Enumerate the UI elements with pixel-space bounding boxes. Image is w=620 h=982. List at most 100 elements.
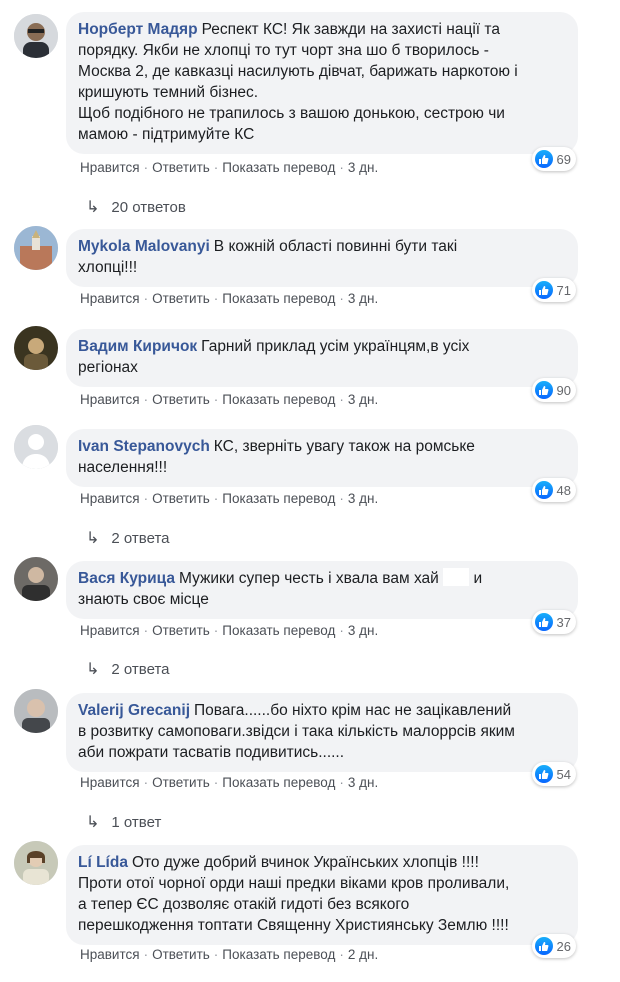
- reaction-count[interactable]: 90: [531, 378, 576, 402]
- comment-author[interactable]: Вадим Киричок: [78, 338, 197, 355]
- avatar[interactable]: [14, 326, 58, 370]
- comment-text: порядку. Якби не хлопці то тут чорт зна …: [78, 42, 489, 59]
- view-replies[interactable]: ↳ 20 ответов: [86, 197, 186, 217]
- reaction-count[interactable]: 54: [531, 762, 576, 786]
- avatar[interactable]: [14, 226, 58, 270]
- comment-actions: Нравится · Ответить · Показать перевод · 3 дн.: [80, 775, 379, 790]
- like-button[interactable]: Нравится: [80, 392, 140, 407]
- reaction-count[interactable]: 26: [531, 934, 576, 958]
- like-button[interactable]: Нравится: [80, 947, 140, 962]
- comment-actions: Нравится · Ответить · Показать перевод · 3 дн.: [80, 160, 379, 175]
- comment-actions: Нравится · Ответить · Показать перевод · 3 дн.: [80, 291, 379, 306]
- comment-author[interactable]: Ivan Stepanovych: [78, 438, 210, 455]
- comment-bubble: Valerij Grecanij Повага......бо ніхто крі…: [66, 693, 578, 772]
- like-count: 90: [556, 382, 571, 398]
- view-replies[interactable]: ↳ 1 ответ: [86, 812, 161, 832]
- comment-text: Респект КС! Як завжди на захисті нації т…: [201, 21, 500, 38]
- timestamp[interactable]: 3 дн.: [348, 291, 378, 306]
- timestamp[interactable]: 3 дн.: [348, 775, 378, 790]
- translate-button[interactable]: Показать перевод: [222, 947, 335, 962]
- reply-button[interactable]: Ответить: [152, 623, 210, 638]
- comment-bubble: Mykola Malovanyi В кожній області повинні…: [66, 229, 578, 287]
- comment-text: в розвитку самоповаги.звідси і така кіль…: [78, 723, 515, 740]
- thumbs-up-icon: [534, 937, 553, 955]
- comment-text: регіонах: [78, 359, 138, 376]
- translate-button[interactable]: Показать перевод: [222, 392, 335, 407]
- view-replies[interactable]: ↳ 2 ответа: [86, 659, 170, 679]
- avatar[interactable]: [14, 841, 58, 885]
- reaction-count[interactable]: 48: [531, 478, 576, 502]
- comment-text: Щоб подібного не трапилось з вашою доньк…: [78, 105, 505, 122]
- reply-arrow-icon: ↳: [86, 661, 100, 678]
- translate-button[interactable]: Показать перевод: [222, 291, 335, 306]
- redacted-block: [443, 568, 470, 586]
- like-button[interactable]: Нравится: [80, 160, 140, 175]
- thumbs-up-icon: [534, 281, 553, 299]
- comment-text: аби пожрати тасватів подивитись......: [78, 744, 345, 761]
- reply-button[interactable]: Ответить: [152, 947, 210, 962]
- like-button[interactable]: Нравится: [80, 623, 140, 638]
- avatar[interactable]: [14, 425, 58, 469]
- timestamp[interactable]: 3 дн.: [348, 392, 378, 407]
- comment-author[interactable]: Valerij Grecanij: [78, 702, 190, 719]
- replies-count[interactable]: 2 ответа: [111, 530, 169, 547]
- comment-text: кришують темний бізнес.: [78, 84, 259, 101]
- comment-bubble: Lí Lída Ото дуже добрий вчинок Українськи…: [66, 845, 578, 945]
- timestamp[interactable]: 3 дн.: [348, 623, 378, 638]
- timestamp[interactable]: 2 дн.: [348, 947, 378, 962]
- reaction-count[interactable]: 71: [531, 278, 576, 302]
- comment-text: знають своє місце: [78, 591, 209, 608]
- reaction-count[interactable]: 69: [531, 147, 576, 171]
- comment-actions: Нравится · Ответить · Показать перевод · 2 дн.: [80, 947, 379, 962]
- replies-count[interactable]: 20 ответов: [111, 199, 185, 216]
- like-count: 71: [556, 282, 571, 298]
- comment-text: хлопці!!!: [78, 259, 138, 276]
- translate-button[interactable]: Показать перевод: [222, 160, 335, 175]
- avatar[interactable]: [14, 557, 58, 601]
- comment-bubble: Вадим Киричок Гарний приклад усім українц…: [66, 329, 578, 387]
- reaction-count[interactable]: 37: [531, 610, 576, 634]
- comment-text: перешкодження топтати Священну Християнс…: [78, 917, 509, 934]
- translate-button[interactable]: Показать перевод: [222, 623, 335, 638]
- timestamp[interactable]: 3 дн.: [348, 491, 378, 506]
- reply-button[interactable]: Ответить: [152, 392, 210, 407]
- comment-text: и: [473, 570, 483, 587]
- like-count: 69: [556, 151, 571, 167]
- translate-button[interactable]: Показать перевод: [222, 491, 335, 506]
- timestamp[interactable]: 3 дн.: [348, 160, 378, 175]
- comment-text: Москва 2, де кавказці насилують дівчат, …: [78, 63, 518, 80]
- comment-text: Гарний приклад усім українцям,в усіх: [201, 338, 470, 355]
- comment-actions: Нравится · Ответить · Показать перевод · 3 дн.: [80, 491, 379, 506]
- like-button[interactable]: Нравится: [80, 775, 140, 790]
- replies-count[interactable]: 1 ответ: [111, 814, 161, 831]
- reply-button[interactable]: Ответить: [152, 491, 210, 506]
- comment-author[interactable]: Норберт Мадяр: [78, 21, 198, 38]
- reply-button[interactable]: Ответить: [152, 291, 210, 306]
- reply-button[interactable]: Ответить: [152, 775, 210, 790]
- view-replies[interactable]: ↳ 2 ответа: [86, 528, 170, 548]
- comment-text: В кожній області повинні бути такі: [213, 238, 458, 255]
- comment-text: Мужики супер честь і хвала вам хай: [179, 570, 439, 587]
- like-button[interactable]: Нравится: [80, 291, 140, 306]
- replies-count[interactable]: 2 ответа: [111, 661, 169, 678]
- reply-button[interactable]: Ответить: [152, 160, 210, 175]
- comment-bubble: Норберт Мадяр Респект КС! Як завжди на за…: [66, 12, 578, 154]
- comment-author[interactable]: Mykola Malovanyi: [78, 238, 210, 255]
- like-button[interactable]: Нравится: [80, 491, 140, 506]
- thumbs-up-icon: [534, 150, 553, 168]
- comment-text: Повага......бо ніхто крім нас не зацікав…: [194, 702, 512, 719]
- comment-text: а тепер ЄС дозволяє отакій гидоті без вс…: [78, 896, 410, 913]
- like-count: 26: [556, 938, 571, 954]
- comment-author[interactable]: Вася Курица: [78, 570, 175, 587]
- reply-arrow-icon: ↳: [86, 814, 100, 831]
- translate-button[interactable]: Показать перевод: [222, 775, 335, 790]
- comment-bubble: Вася Курица Мужики супер честь і хвала ва…: [66, 561, 578, 619]
- avatar[interactable]: [14, 14, 58, 58]
- comment-text: Ото дуже добрий вчинок Українських хлопц…: [131, 854, 479, 871]
- comment-actions: Нравится · Ответить · Показать перевод · 3 дн.: [80, 623, 379, 638]
- comment-author[interactable]: Lí Lída: [78, 854, 128, 871]
- avatar[interactable]: [14, 689, 58, 733]
- comment-actions: Нравится · Ответить · Показать перевод · 3 дн.: [80, 392, 379, 407]
- thumbs-up-icon: [534, 481, 553, 499]
- thumbs-up-icon: [534, 765, 553, 783]
